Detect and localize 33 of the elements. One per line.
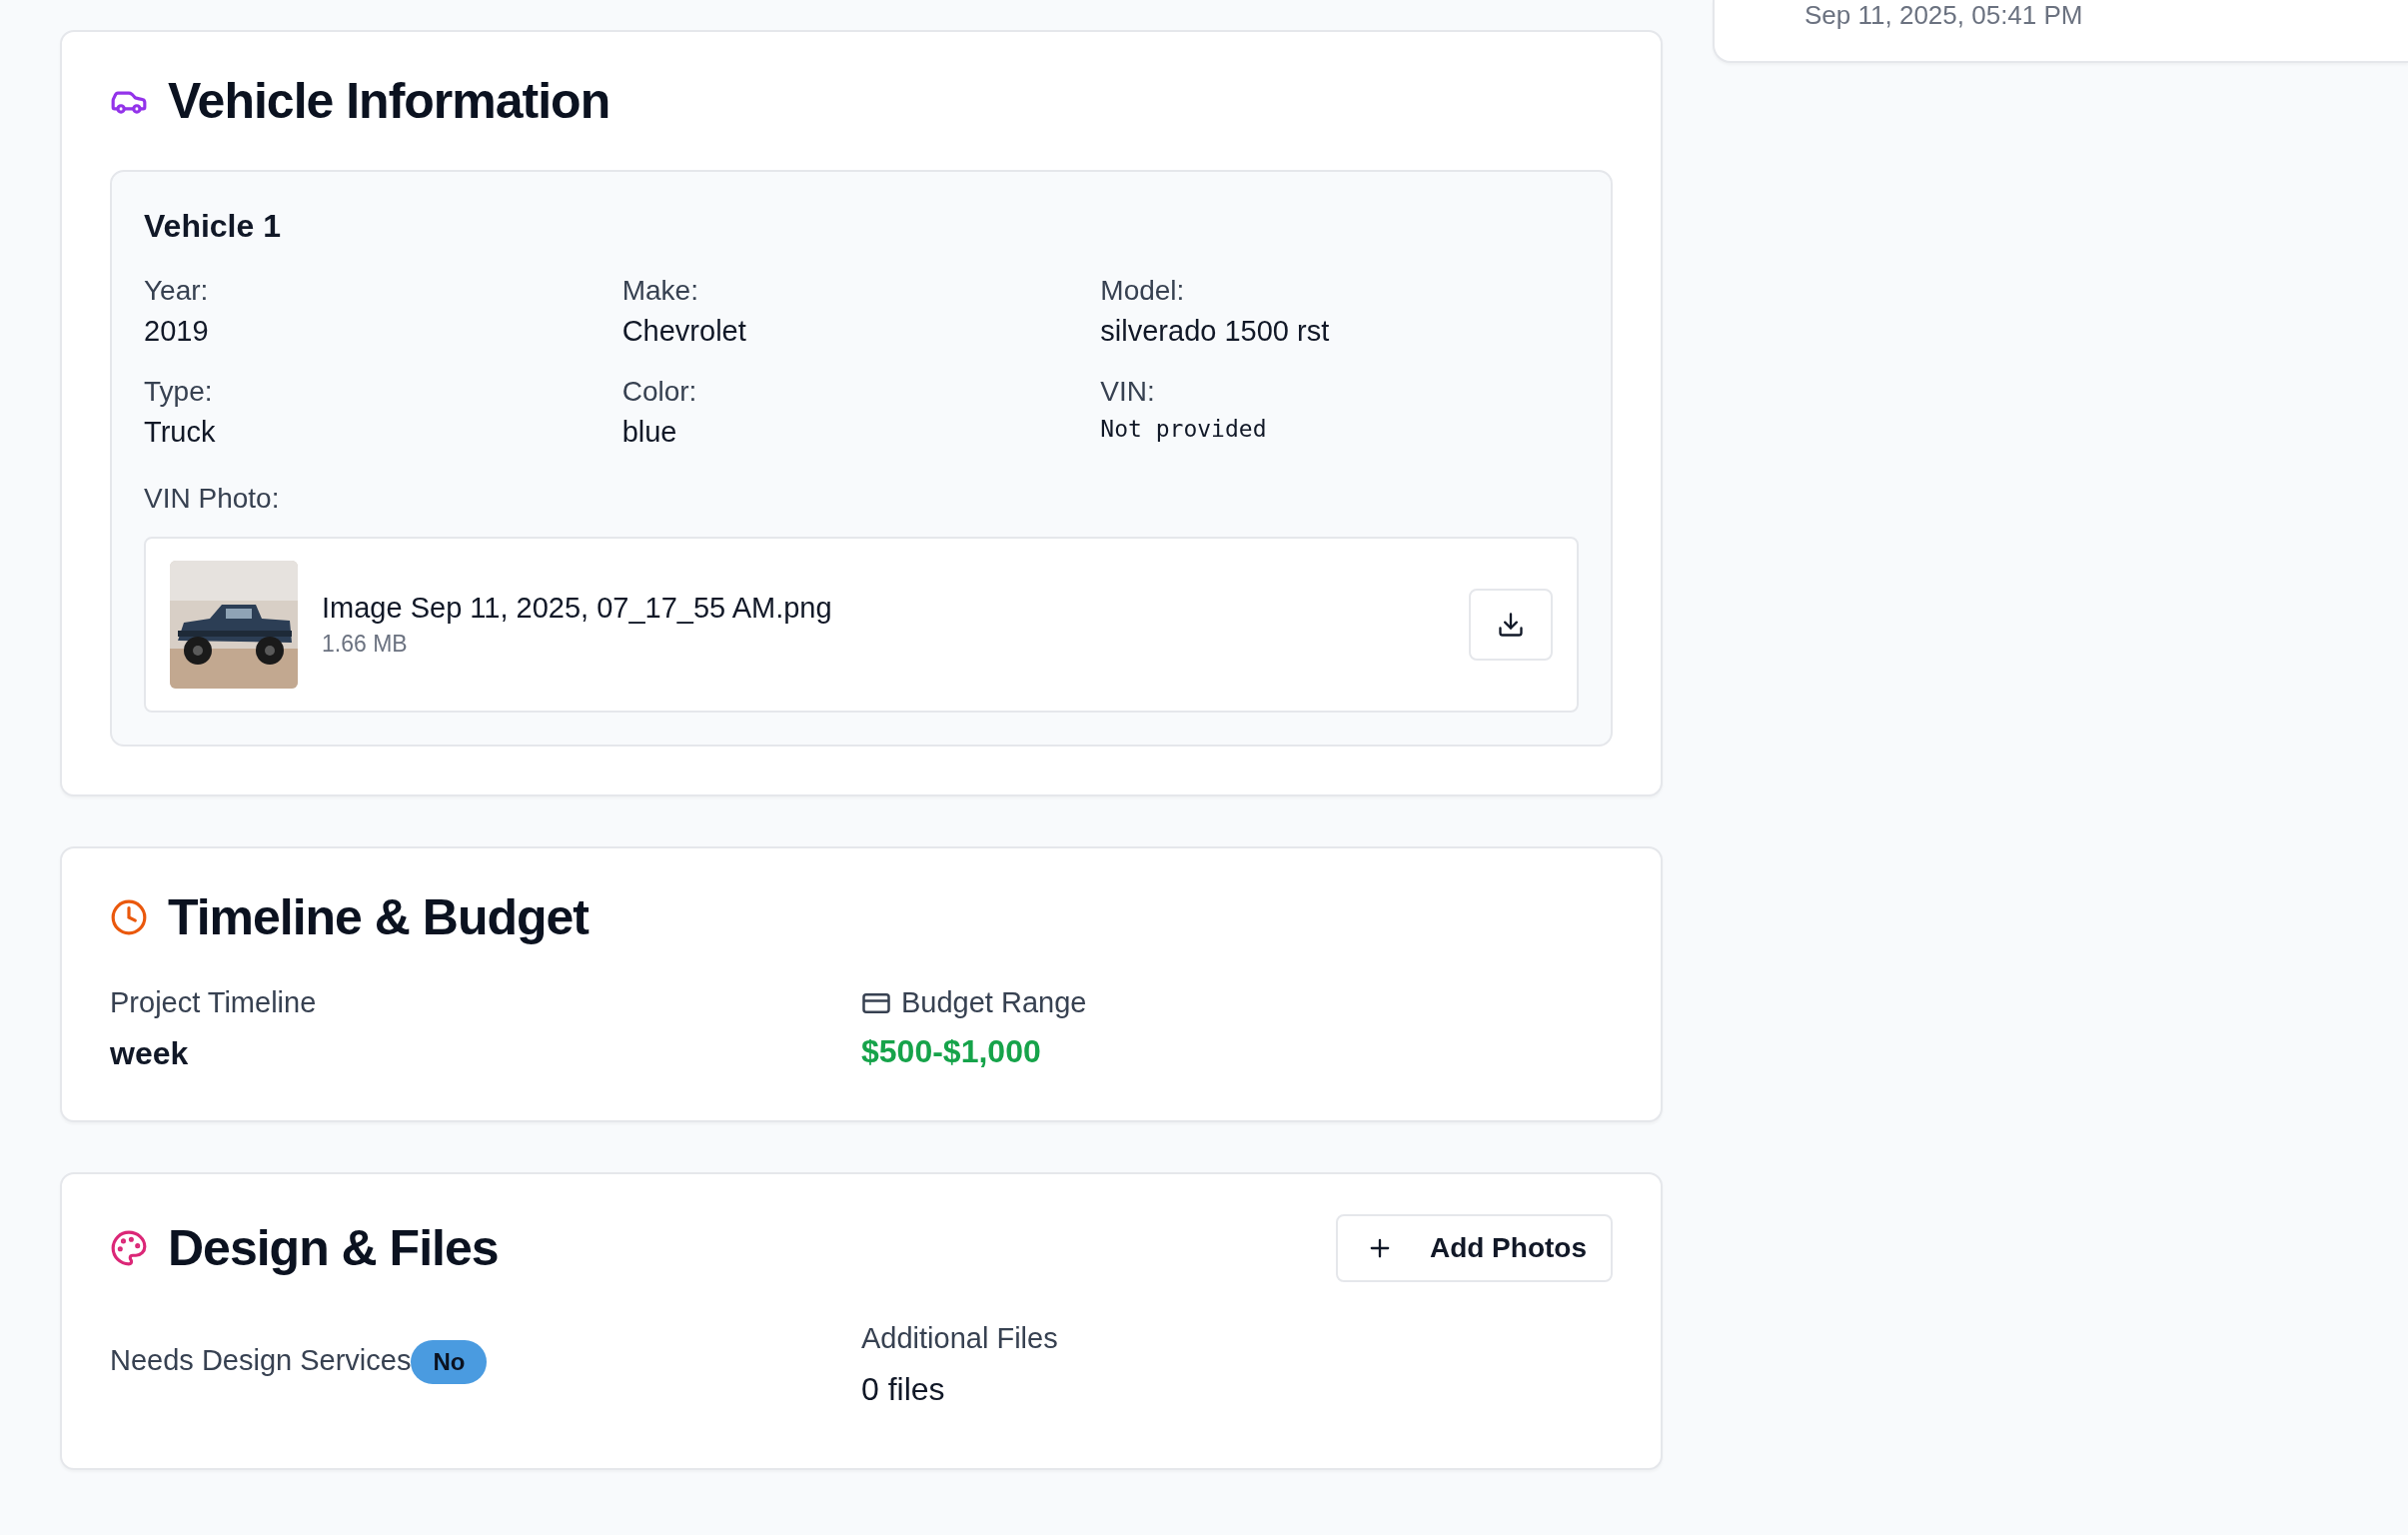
field-label: VIN Photo: — [144, 483, 280, 515]
field-label: Color: — [621, 376, 697, 408]
field-label: Type: — [144, 376, 213, 408]
download-icon — [1497, 611, 1525, 639]
add-photos-button[interactable]: Add Photos — [1335, 1214, 1613, 1282]
section-title: Vehicle Information — [168, 72, 611, 130]
field-value: 0 files — [861, 1371, 945, 1408]
field-label: Needs Design Services — [110, 1344, 412, 1377]
field-label: VIN: — [1100, 376, 1155, 408]
field-value: silverado 1500 rst — [1100, 315, 1330, 348]
palette-icon — [110, 1229, 148, 1267]
timestamp: Sep 11, 2025, 05:41 PM — [1805, 0, 2083, 31]
field-value: week — [110, 1035, 189, 1072]
field-label: Additional Files — [861, 1322, 1058, 1355]
field-label: Model: — [1100, 275, 1185, 307]
field-label: Budget Range — [901, 986, 1087, 1019]
section-title: Timeline & Budget — [168, 888, 591, 946]
clock-icon — [110, 898, 148, 936]
section-title: Design & Files — [168, 1219, 500, 1277]
field-label: Year: — [144, 275, 209, 307]
field-value: Not provided — [1100, 416, 1267, 442]
field-value: Chevrolet — [621, 315, 746, 348]
budget-value: $500-$1,000 — [861, 1033, 1041, 1070]
field-value: 2019 — [144, 315, 209, 348]
field-value: blue — [621, 416, 677, 449]
field-value: Truck — [144, 416, 216, 449]
file-size: 1.66 MB — [322, 631, 408, 658]
field-label: Project Timeline — [110, 986, 317, 1019]
download-button[interactable] — [1469, 589, 1553, 661]
field-label: Make: — [621, 275, 698, 307]
file-name: Image Sep 11, 2025, 07_17_55 AM.png — [322, 592, 832, 625]
status-badge: No — [411, 1340, 488, 1384]
vehicle-heading: Vehicle 1 — [144, 208, 281, 245]
